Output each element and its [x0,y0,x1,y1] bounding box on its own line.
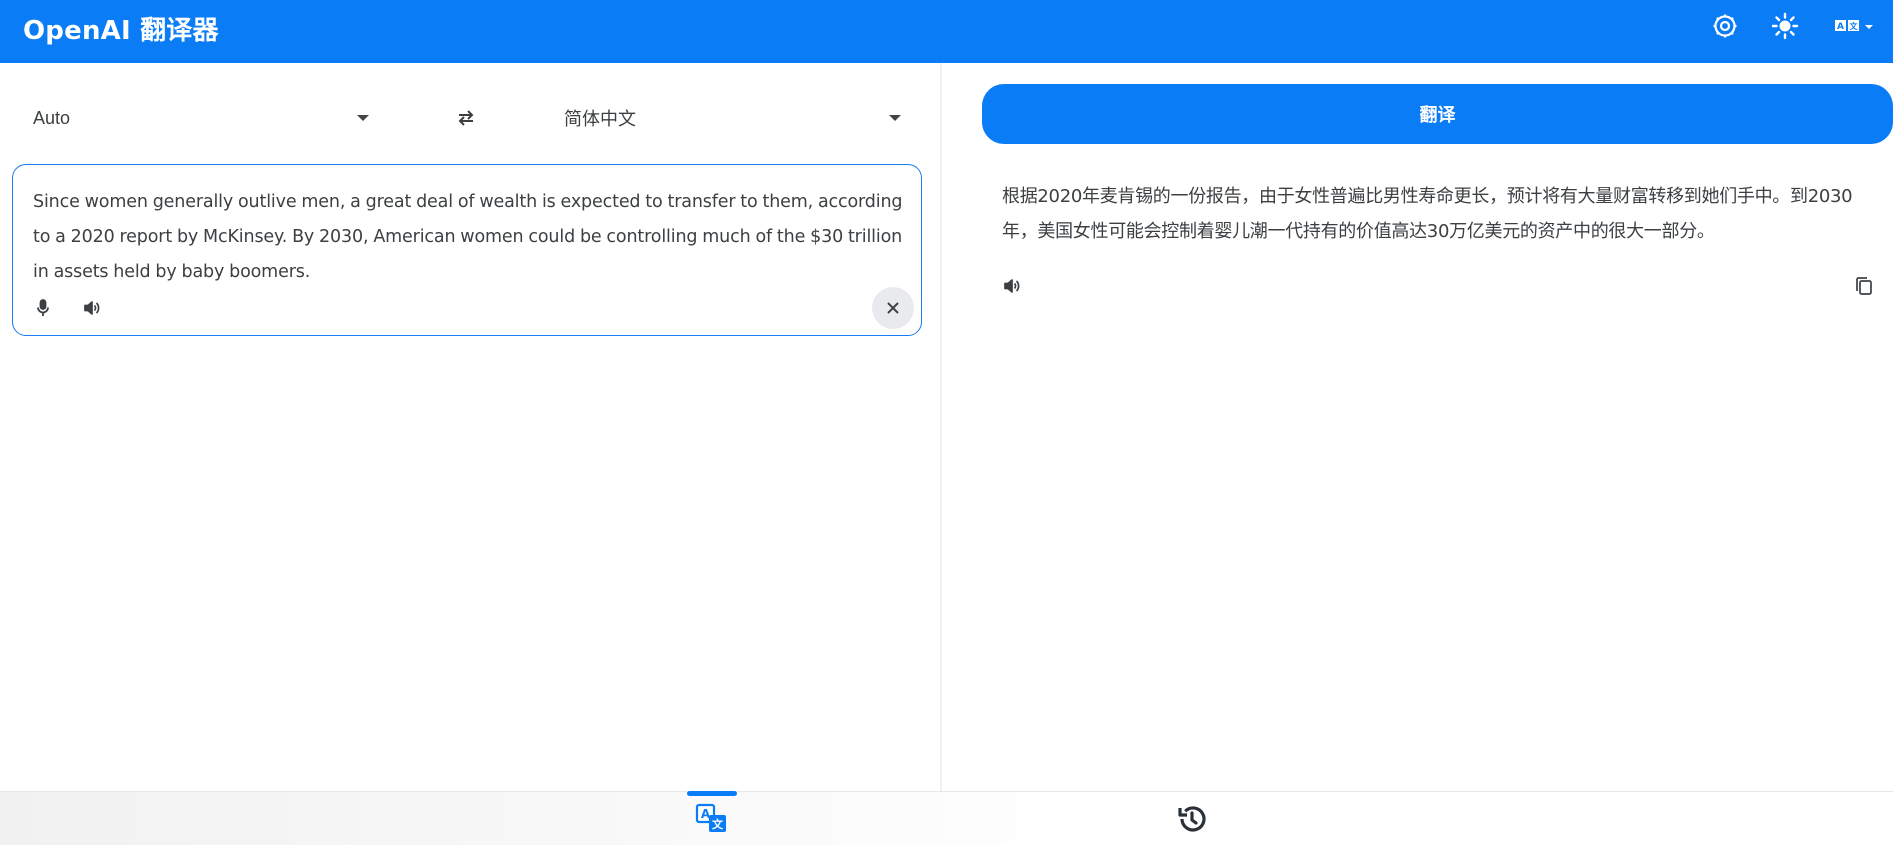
openai-settings-icon[interactable] [1708,9,1742,43]
translation-result: 根据2020年麦肯锡的一份报告，由于女性普遍比男性寿命更长，预计将有大量财富转移… [1002,186,1853,242]
clear-button[interactable] [872,287,914,329]
target-language-select[interactable]: 简体中文 [564,96,901,140]
translate-button[interactable]: 翻译 [982,84,1893,144]
history-tab[interactable] [1162,792,1222,846]
copy-icon[interactable] [1850,272,1878,300]
close-icon [887,302,899,314]
chevron-down-icon [357,115,369,121]
translate-icon: A 文 [695,803,726,832]
bottom-navigation: A 文 [0,791,1893,845]
swap-languages-button[interactable] [451,103,481,133]
source-language-select[interactable]: Auto [33,96,369,140]
history-icon [1178,806,1206,832]
svg-text:文: 文 [712,817,724,831]
chevron-down-icon [889,115,901,121]
speaker-icon[interactable] [78,294,106,322]
source-pane: Auto 简体中文 Since women generally outlive … [0,63,942,791]
source-text-box[interactable]: Since women generally outlive men, a gre… [12,164,922,336]
app-header: OpenAI 翻译器 A 文 [0,0,1893,63]
swap-icon [458,110,474,126]
microphone-icon[interactable] [29,294,57,322]
active-tab-indicator [687,791,737,796]
theme-sun-icon[interactable] [1768,9,1802,43]
svg-text:文: 文 [1850,21,1859,31]
target-language-label: 简体中文 [564,109,636,129]
result-pane: 翻译 根据2020年麦肯锡的一份报告，由于女性普遍比男性寿命更长，预计将有大量财… [944,63,1893,791]
source-text-input[interactable]: Since women generally outlive men, a gre… [33,185,903,290]
source-language-label: Auto [33,107,71,128]
svg-text:A: A [1837,22,1844,32]
result-speaker-icon[interactable] [998,272,1026,300]
app-title: OpenAI 翻译器 [23,16,219,46]
translate-tab[interactable]: A 文 [682,792,742,846]
language-translate-icon[interactable]: A 文 [1832,9,1878,43]
